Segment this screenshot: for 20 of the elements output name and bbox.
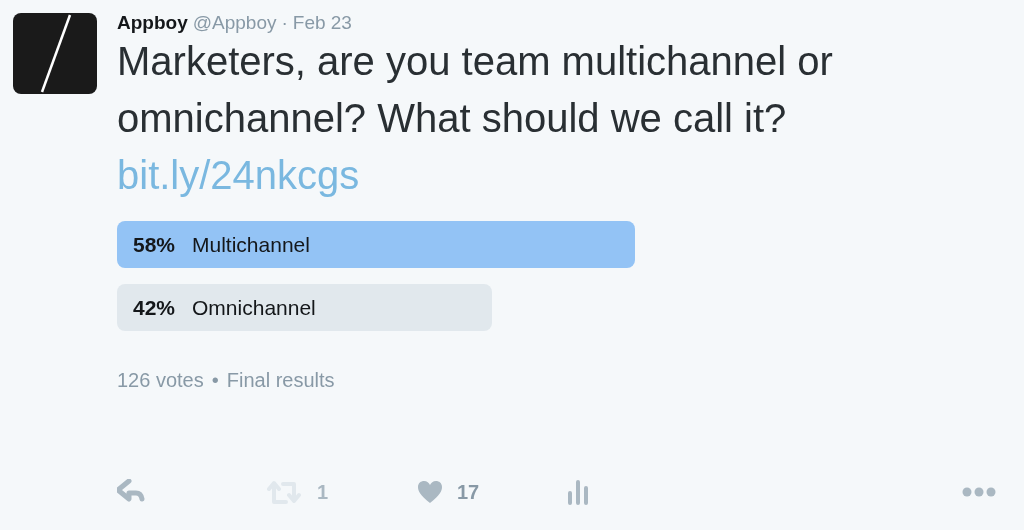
poll-option-label: Omnichannel [192, 295, 316, 320]
author-handle[interactable]: @Appboy [192, 13, 277, 33]
more-icon [962, 487, 996, 497]
like-button[interactable]: 17 [417, 480, 567, 504]
poll-option-label: Multichannel [192, 232, 310, 257]
tweet-link[interactable]: bit.ly/24nkcgs [117, 147, 360, 204]
poll-status: Final results [226, 369, 335, 392]
more-button[interactable] [962, 487, 996, 497]
tweet-date[interactable]: Feb 23 [292, 13, 352, 33]
vote-count: 126 votes [117, 369, 204, 392]
separator-dot: · [281, 13, 288, 33]
poll-percent: 42% [133, 295, 176, 320]
bullet: • [211, 369, 219, 392]
poll-percent: 58% [133, 232, 176, 257]
author-name[interactable]: Appboy [117, 13, 188, 33]
avatar-logo[interactable] [13, 13, 97, 94]
heart-icon [417, 480, 443, 504]
reply-icon [117, 479, 147, 505]
tweet-text: Marketers, are you team multichannel or omnichannel? What should we call it? [117, 38, 834, 142]
bar-chart-icon [567, 479, 589, 505]
